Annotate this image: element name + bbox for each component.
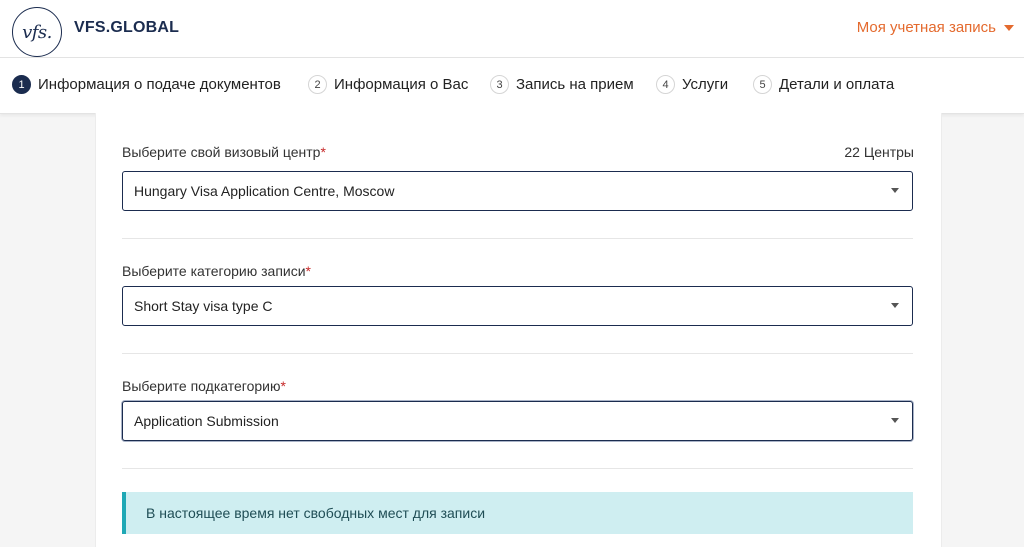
step-label: Детали и оплата bbox=[779, 76, 895, 93]
required-mark: * bbox=[320, 144, 326, 160]
category-value: Short Stay visa type C bbox=[134, 298, 273, 314]
subcategory-value: Application Submission bbox=[134, 413, 279, 429]
divider bbox=[122, 353, 913, 354]
step-number: 3 bbox=[490, 75, 509, 94]
caret-down-icon bbox=[1004, 24, 1014, 31]
site-header: vfs. VFS.GLOBAL Моя учетная запись bbox=[0, 0, 1024, 58]
logo-text[interactable]: VFS.GLOBAL bbox=[74, 19, 179, 37]
step-label: Информация о подаче документов bbox=[38, 76, 281, 93]
step-label: Информация о Вас bbox=[334, 76, 469, 93]
vfs-logo[interactable]: vfs. bbox=[12, 7, 62, 57]
category-select[interactable]: Short Stay visa type C bbox=[122, 286, 913, 326]
dropdown-arrow-icon bbox=[891, 418, 899, 423]
required-mark: * bbox=[305, 263, 311, 279]
account-menu-button[interactable]: Моя учетная запись bbox=[857, 19, 1014, 36]
visa-center-select[interactable]: Hungary Visa Application Centre, Moscow bbox=[122, 171, 913, 211]
dropdown-arrow-icon bbox=[891, 188, 899, 193]
visa-center-label: Выберите свой визовый центр* bbox=[122, 144, 326, 160]
account-menu-label: Моя учетная запись bbox=[856, 19, 996, 36]
application-form-card: Выберите свой визовый центр* 22 Центры H… bbox=[95, 113, 942, 547]
step-number: 4 bbox=[656, 75, 675, 94]
step-number: 2 bbox=[308, 75, 327, 94]
divider bbox=[122, 468, 913, 469]
subcategory-label: Выберите подкатегорию* bbox=[122, 378, 286, 394]
divider bbox=[122, 238, 913, 239]
visa-center-value: Hungary Visa Application Centre, Moscow bbox=[134, 183, 395, 199]
step-number: 5 bbox=[753, 75, 772, 94]
step-2: 2 Информация о Вас bbox=[308, 75, 468, 94]
logo-mark: vfs. bbox=[22, 21, 52, 43]
step-5: 5 Детали и оплата bbox=[753, 75, 894, 94]
subcategory-label-text: Выберите подкатегорию bbox=[122, 378, 281, 394]
step-3: 3 Запись на прием bbox=[490, 75, 634, 94]
subcategory-select[interactable]: Application Submission bbox=[122, 401, 913, 441]
category-label: Выберите категорию записи* bbox=[122, 263, 311, 279]
centers-count: 22 Центры bbox=[844, 144, 914, 160]
visa-center-label-text: Выберите свой визовый центр bbox=[122, 144, 321, 160]
dropdown-arrow-icon bbox=[891, 303, 899, 308]
progress-stepper: 1 Информация о подаче документов 2 Инфор… bbox=[0, 58, 1024, 114]
no-slots-alert: В настоящее время нет свободных мест для… bbox=[122, 492, 913, 534]
step-1: 1 Информация о подаче документов bbox=[12, 75, 281, 94]
step-label: Услуги bbox=[682, 76, 729, 93]
required-mark: * bbox=[280, 378, 286, 394]
alert-message: В настоящее время нет свободных мест для… bbox=[146, 505, 486, 521]
step-4: 4 Услуги bbox=[656, 75, 728, 94]
step-label: Запись на прием bbox=[516, 76, 634, 93]
category-label-text: Выберите категорию записи bbox=[122, 263, 306, 279]
step-number: 1 bbox=[12, 75, 31, 94]
